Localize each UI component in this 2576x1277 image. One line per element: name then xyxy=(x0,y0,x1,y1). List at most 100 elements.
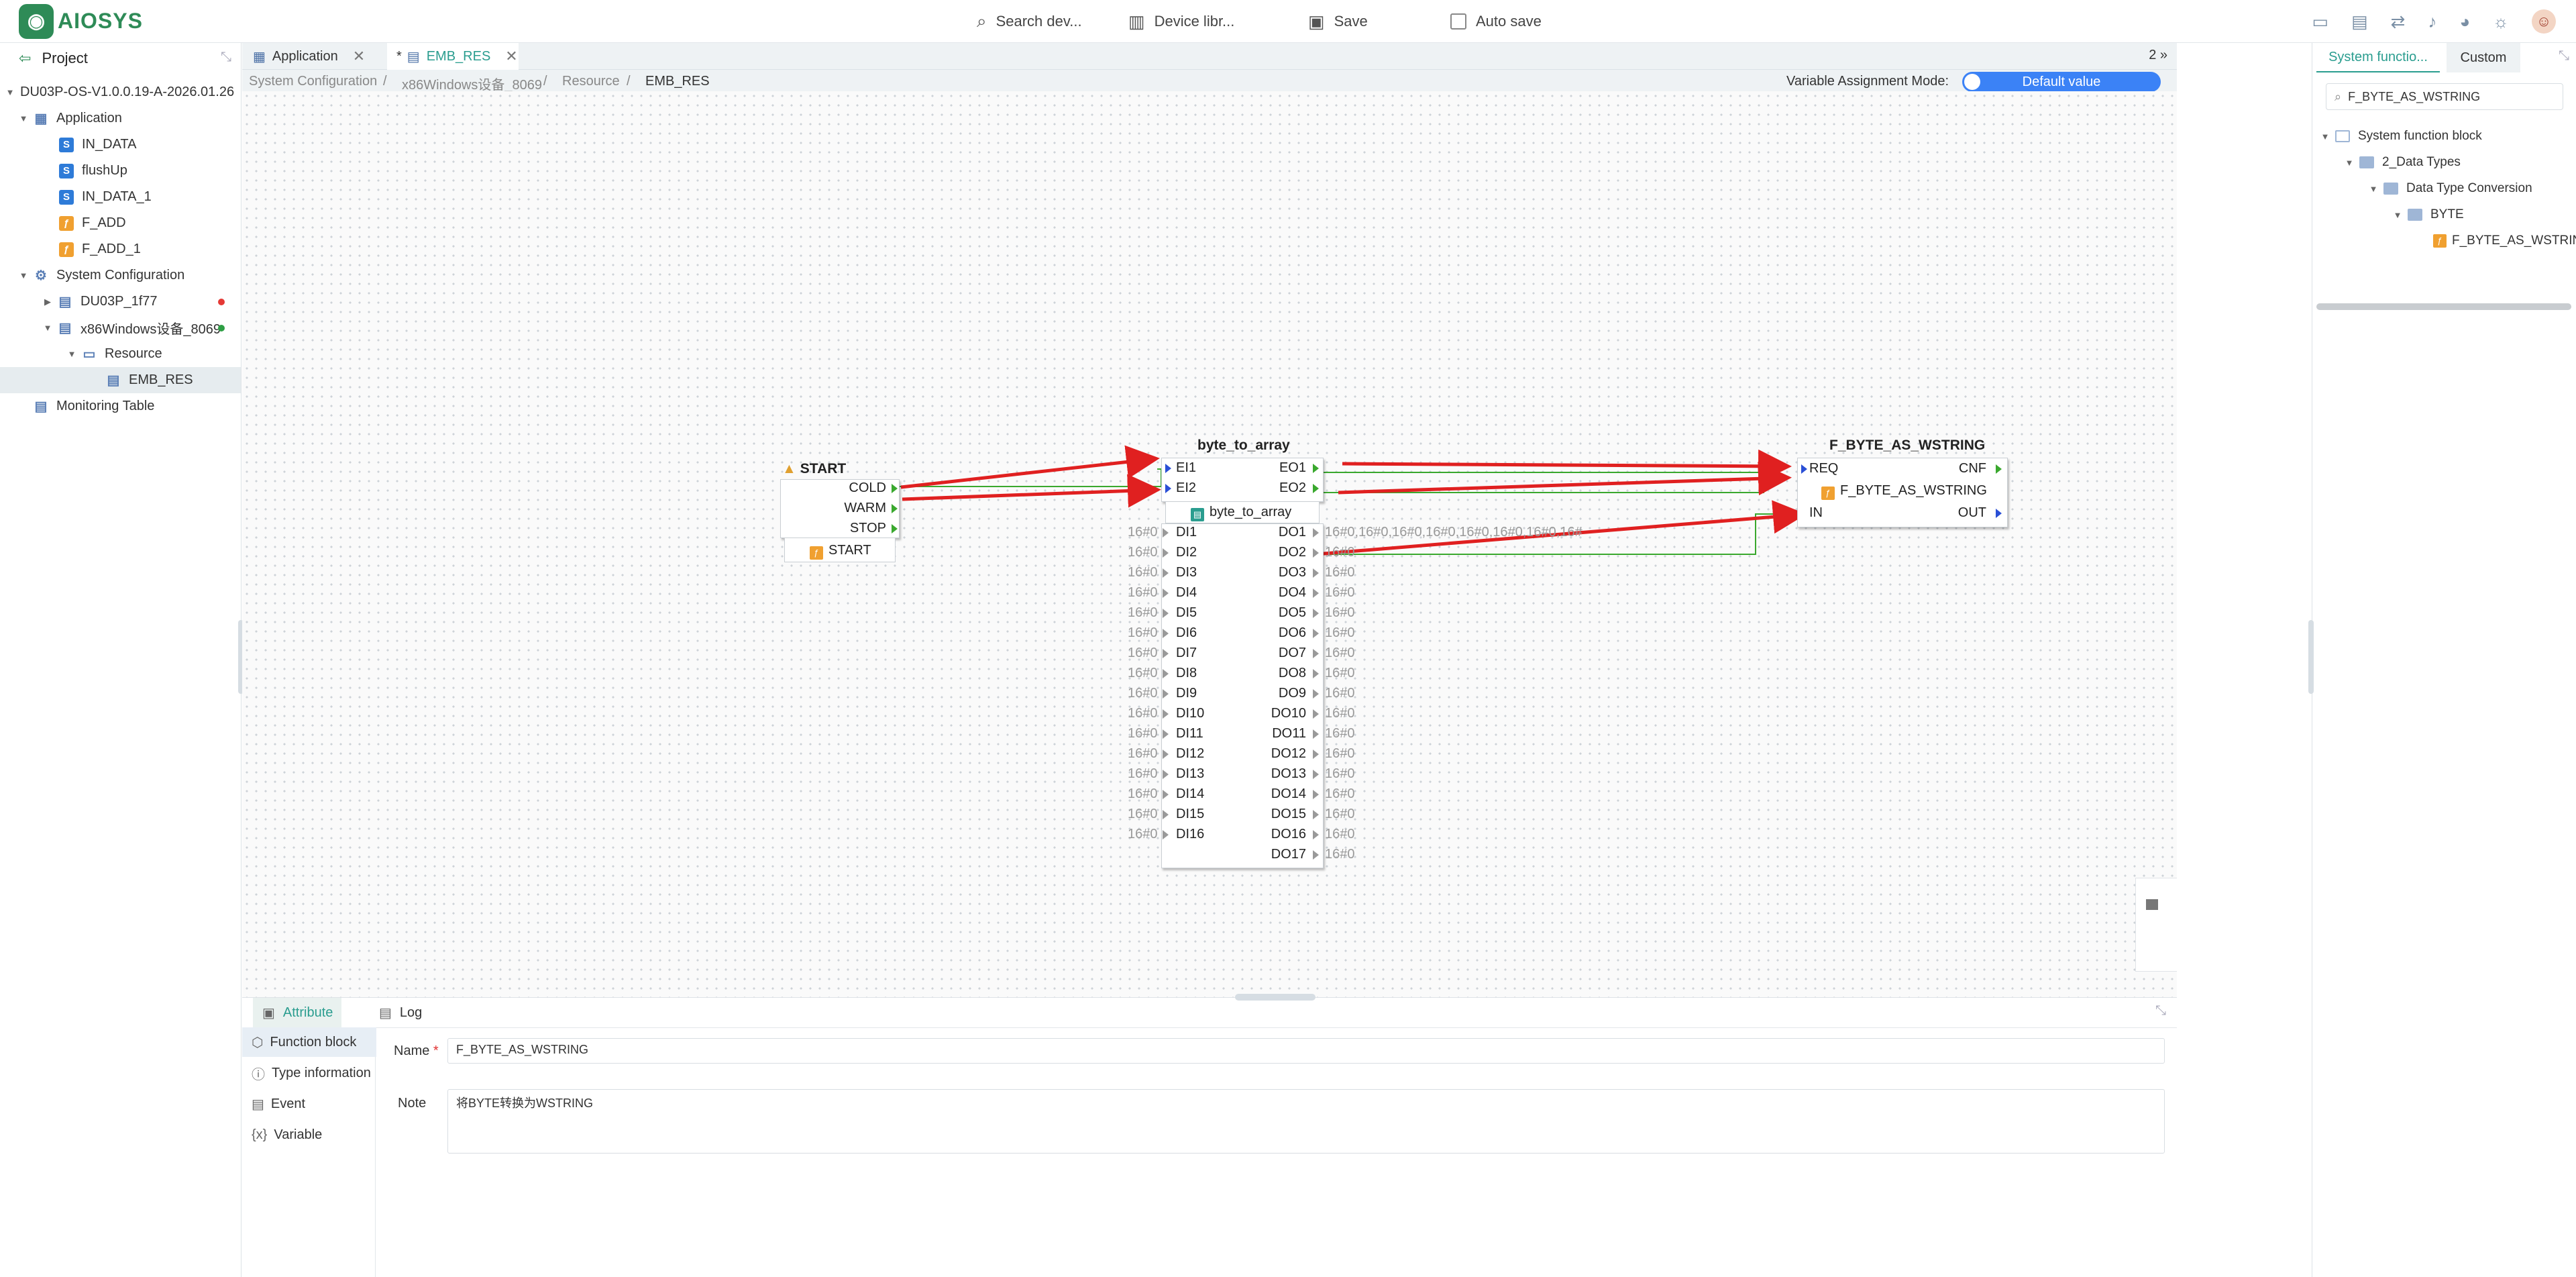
breadcrumb-item[interactable]: System Configuration xyxy=(249,74,377,89)
tab-log[interactable]: ▤ Log xyxy=(379,998,453,1027)
caret-down-icon[interactable]: ▼ xyxy=(2319,132,2331,142)
tree-item-f-add-1[interactable]: ƒ F_ADD_1 xyxy=(0,236,241,262)
tree-item-in-data-1[interactable]: S IN_DATA_1 xyxy=(0,184,241,210)
breadcrumb-item[interactable]: x86Windows设备_8069 xyxy=(402,74,542,93)
tree-item-resource[interactable]: ▼ ▭ Resource xyxy=(0,341,241,367)
output-binding-value[interactable]: 16#0 xyxy=(1325,807,1355,822)
name-field[interactable]: F_BYTE_AS_WSTRING xyxy=(447,1038,2165,1064)
input-binding-value[interactable]: 16#0 xyxy=(1128,746,1158,762)
nav-event[interactable]: ▤ Event xyxy=(242,1089,376,1119)
port-do4[interactable]: DO4 xyxy=(1255,585,1306,601)
close-icon[interactable]: ✕ xyxy=(505,48,517,65)
port-di15[interactable]: DI15 xyxy=(1176,807,1204,822)
output-binding-value[interactable]: 16#0 xyxy=(1325,847,1355,862)
tab-attribute[interactable]: ▣ Attribute xyxy=(253,998,341,1027)
palette-icon[interactable]: ◕ xyxy=(2459,11,2470,32)
minimap[interactable] xyxy=(2135,878,2177,972)
book-icon[interactable]: ▤ xyxy=(2351,11,2368,32)
caret-down-icon[interactable]: ▼ xyxy=(2343,158,2355,168)
caret-down-icon[interactable]: ▼ xyxy=(17,270,30,280)
port-do17[interactable]: DO17 xyxy=(1255,847,1306,862)
note-field[interactable]: 将BYTE转换为WSTRING xyxy=(447,1089,2165,1154)
port-di13[interactable]: DI13 xyxy=(1176,766,1204,782)
bottom-resize-handle[interactable] xyxy=(1235,994,1316,1001)
port-do8[interactable]: DO8 xyxy=(1255,666,1306,681)
input-binding-value[interactable]: 16#0 xyxy=(1128,585,1158,601)
port-do1[interactable]: DO1 xyxy=(1255,525,1306,540)
pin-icon[interactable]: ⤡ xyxy=(221,50,231,65)
caret-down-icon[interactable]: ▼ xyxy=(2392,210,2404,220)
port-ei2[interactable]: EI2 xyxy=(1176,480,1196,496)
port-out[interactable]: OUT xyxy=(1946,505,1986,521)
input-binding-value[interactable]: 16#0 xyxy=(1128,766,1158,782)
port-req[interactable]: REQ xyxy=(1809,461,1838,476)
input-binding-value[interactable]: 16#0 xyxy=(1128,605,1158,621)
double-chevron-right-icon[interactable]: » xyxy=(2160,48,2167,62)
collapse-icon[interactable]: ⤡ xyxy=(2559,48,2569,64)
tree-item-monitoring-table[interactable]: ▤ Monitoring Table xyxy=(0,393,241,419)
avatar[interactable]: ☺ xyxy=(2532,9,2556,34)
input-binding-value[interactable]: 16#0 xyxy=(1128,545,1158,560)
port-di6[interactable]: DI6 xyxy=(1176,625,1197,641)
port-di11[interactable]: DI11 xyxy=(1176,726,1203,742)
output-binding-value[interactable]: 16#0 xyxy=(1325,545,1355,560)
input-binding-value[interactable]: 16#0 xyxy=(1128,827,1158,842)
caret-down-icon[interactable]: ▼ xyxy=(66,349,78,359)
save-button[interactable]: ▣ Save xyxy=(1308,0,1368,43)
port-do11[interactable]: DO11 xyxy=(1255,726,1306,742)
nav-variable[interactable]: {x} Variable xyxy=(242,1120,376,1150)
tree-data-types[interactable]: ▼ 2_Data Types xyxy=(2343,150,2461,175)
search-device-button[interactable]: ⌕ Search dev... xyxy=(977,0,1082,43)
port-di3[interactable]: DI3 xyxy=(1176,565,1197,580)
right-resize-handle[interactable] xyxy=(2308,620,2314,694)
port-do6[interactable]: DO6 xyxy=(1255,625,1306,641)
input-binding-value[interactable]: 16#0 xyxy=(1128,625,1158,641)
port-do3[interactable]: DO3 xyxy=(1255,565,1306,580)
port-do10[interactable]: DO10 xyxy=(1255,706,1306,721)
port-di14[interactable]: DI14 xyxy=(1176,786,1204,802)
output-binding-value[interactable]: 16#0 xyxy=(1325,827,1355,842)
tree-item-f-add[interactable]: ƒ F_ADD xyxy=(0,210,241,236)
diagram-canvas[interactable]: ↶ ↷ ▲START COLD WARM STOP ƒSTART xyxy=(242,91,2177,997)
tree-byte[interactable]: ▼ BYTE xyxy=(2392,202,2464,227)
port-ei1[interactable]: EI1 xyxy=(1176,460,1196,476)
port-eo1[interactable]: EO1 xyxy=(1262,460,1306,476)
output-binding-value[interactable]: 16#0 xyxy=(1325,746,1355,762)
tree-item-application[interactable]: ▼ ▦ Application xyxy=(0,105,241,132)
input-binding-value[interactable]: 16#0 xyxy=(1128,646,1158,661)
device-library-button[interactable]: ▥ Device libr... xyxy=(1128,0,1234,43)
port-warm[interactable]: WARM xyxy=(833,501,886,516)
port-do13[interactable]: DO13 xyxy=(1255,766,1306,782)
caret-down-icon[interactable]: ▼ xyxy=(2367,184,2379,194)
caret-down-icon[interactable]: ▼ xyxy=(17,113,30,123)
port-do9[interactable]: DO9 xyxy=(1255,686,1306,701)
output-binding-value[interactable]: 16#0 xyxy=(1325,766,1355,782)
horizontal-scrollbar[interactable] xyxy=(2316,303,2571,310)
variable-mode-toggle[interactable]: Default value xyxy=(1962,72,2161,92)
input-binding-value[interactable]: 16#0 xyxy=(1128,565,1158,580)
port-do16[interactable]: DO16 xyxy=(1255,827,1306,842)
port-cold[interactable]: COLD xyxy=(833,480,886,496)
input-binding-value[interactable]: 16#0 xyxy=(1128,666,1158,681)
port-eo2[interactable]: EO2 xyxy=(1262,480,1306,496)
port-di4[interactable]: DI4 xyxy=(1176,585,1197,601)
port-stop[interactable]: STOP xyxy=(833,521,886,536)
port-do7[interactable]: DO7 xyxy=(1255,646,1306,661)
tree-item-in-data[interactable]: S IN_DATA xyxy=(0,132,241,158)
port-in[interactable]: IN xyxy=(1809,505,1823,521)
port-do5[interactable]: DO5 xyxy=(1255,605,1306,621)
tree-item-device-2[interactable]: ▼ ▤ x86Windows设备_8069 xyxy=(0,315,241,341)
autosave-checkbox-box[interactable] xyxy=(1450,13,1466,30)
tree-f-byte-as-wstring[interactable]: ƒ F_BYTE_AS_WSTRING xyxy=(2433,228,2576,254)
input-binding-value[interactable]: 16#0 xyxy=(1128,525,1158,540)
tab-custom[interactable]: Custom xyxy=(2447,43,2520,72)
expand-icon[interactable]: ⤡ xyxy=(2155,1003,2166,1019)
bell-icon[interactable]: ♪ xyxy=(2428,11,2436,32)
port-di9[interactable]: DI9 xyxy=(1176,686,1197,701)
tree-data-type-conversion[interactable]: ▼ Data Type Conversion xyxy=(2367,176,2532,201)
tree-item-system-configuration[interactable]: ▼ ⚙ System Configuration xyxy=(0,262,241,289)
connection-cold-ei2[interactable] xyxy=(898,486,1158,490)
port-di5[interactable]: DI5 xyxy=(1176,605,1197,621)
port-di7[interactable]: DI7 xyxy=(1176,646,1197,661)
close-icon[interactable]: ✕ xyxy=(353,48,365,65)
